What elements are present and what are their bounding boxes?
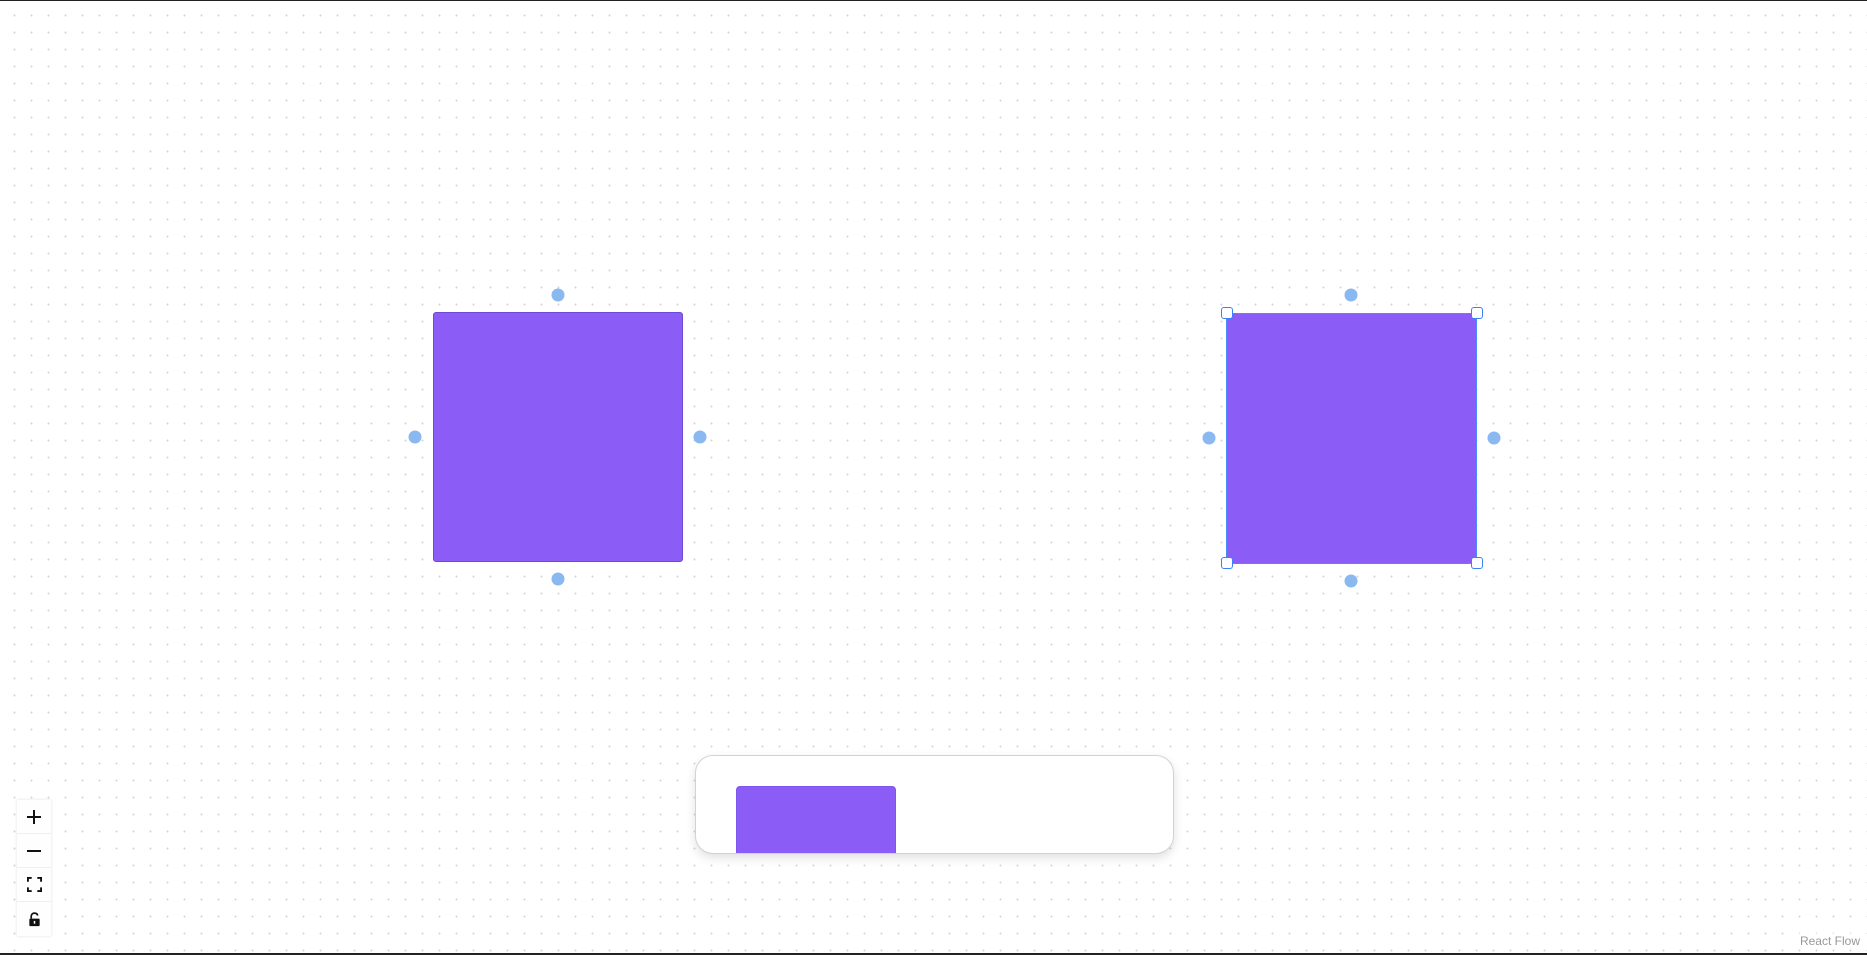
connection-handle-bottom[interactable] — [551, 572, 565, 586]
fit-view-icon — [26, 877, 42, 892]
flow-controls — [17, 800, 51, 936]
plus-icon — [27, 809, 41, 824]
lock-icon — [28, 911, 40, 926]
react-flow-attribution[interactable]: React Flow — [1796, 933, 1863, 949]
resize-handle-bottom-left[interactable] — [1221, 557, 1233, 569]
resize-handle-top-left[interactable] — [1221, 307, 1233, 319]
flow-node-selected[interactable] — [1226, 313, 1477, 564]
connection-handle-left[interactable] — [1202, 431, 1216, 445]
connection-handle-bottom[interactable] — [1344, 574, 1358, 588]
toggle-interactivity-button[interactable] — [17, 902, 51, 936]
node-palette-panel — [695, 755, 1174, 854]
flow-canvas[interactable]: React Flow — [0, 0, 1867, 955]
minus-icon — [27, 849, 41, 852]
connection-handle-right[interactable] — [693, 430, 707, 444]
connection-handle-top[interactable] — [551, 288, 565, 302]
connection-handle-right[interactable] — [1487, 431, 1501, 445]
fit-view-button[interactable] — [17, 868, 51, 902]
zoom-in-button[interactable] — [17, 800, 51, 834]
resize-handle-bottom-right[interactable] — [1471, 557, 1483, 569]
draggable-node-item[interactable] — [736, 786, 896, 853]
connection-handle-top[interactable] — [1344, 288, 1358, 302]
flow-node[interactable] — [433, 312, 683, 562]
resize-handle-top-right[interactable] — [1471, 307, 1483, 319]
connection-handle-left[interactable] — [408, 430, 422, 444]
zoom-out-button[interactable] — [17, 834, 51, 868]
